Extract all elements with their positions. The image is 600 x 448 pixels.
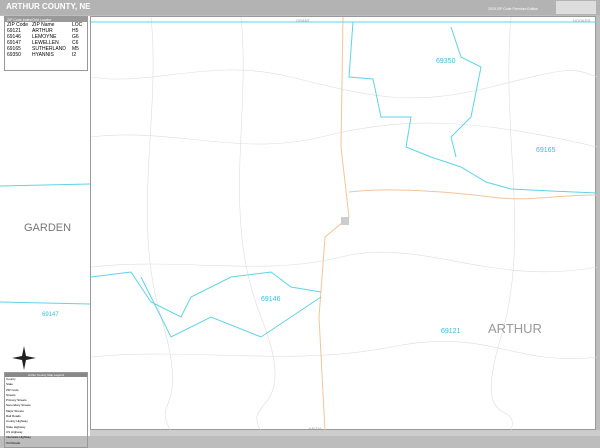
zip-label-69121: 69121 [441, 328, 461, 335]
zip-label-69165: 69165 [536, 147, 556, 154]
edition-label: 2020 ZIP Code Premium Edition [488, 7, 539, 11]
publisher-logo [556, 1, 596, 14]
county-map[interactable]: GRANT HOOKER KEITH ARTHUR 69350 69165 69… [90, 16, 598, 432]
neighbor-label-garden: GARDEN [24, 222, 71, 234]
zip-boundaries [90, 21, 598, 338]
neighbor-label-grant: GRANT [296, 18, 311, 23]
bottom-frame [90, 430, 600, 436]
town-arthur-marker [341, 217, 349, 225]
compass-rose-icon [12, 346, 36, 370]
zip-label-69350: 69350 [436, 58, 456, 65]
zip-label-69147: 69147 [42, 312, 59, 318]
left-panel: ZIP Code Index/Grid Locator ZIP Code ZIP … [0, 16, 90, 448]
legend-item: Toll Roads [6, 440, 21, 445]
county-label-arthur: ARTHUR [488, 321, 542, 336]
map-canvas: GRANT HOOKER KEITH ARTHUR 69350 69165 69… [90, 16, 598, 432]
map-legend: Arthur County Map Legend County State ZI… [4, 372, 88, 448]
neighbor-label-hooker: HOOKER [573, 18, 590, 23]
zip-label-69146: 69146 [261, 296, 281, 303]
header-bar: ARTHUR COUNTY, NE 2020 ZIP Code Premium … [0, 0, 600, 15]
map-title: ARTHUR COUNTY, NE [6, 2, 91, 11]
left-map-area: GARDEN 69147 [0, 183, 90, 370]
